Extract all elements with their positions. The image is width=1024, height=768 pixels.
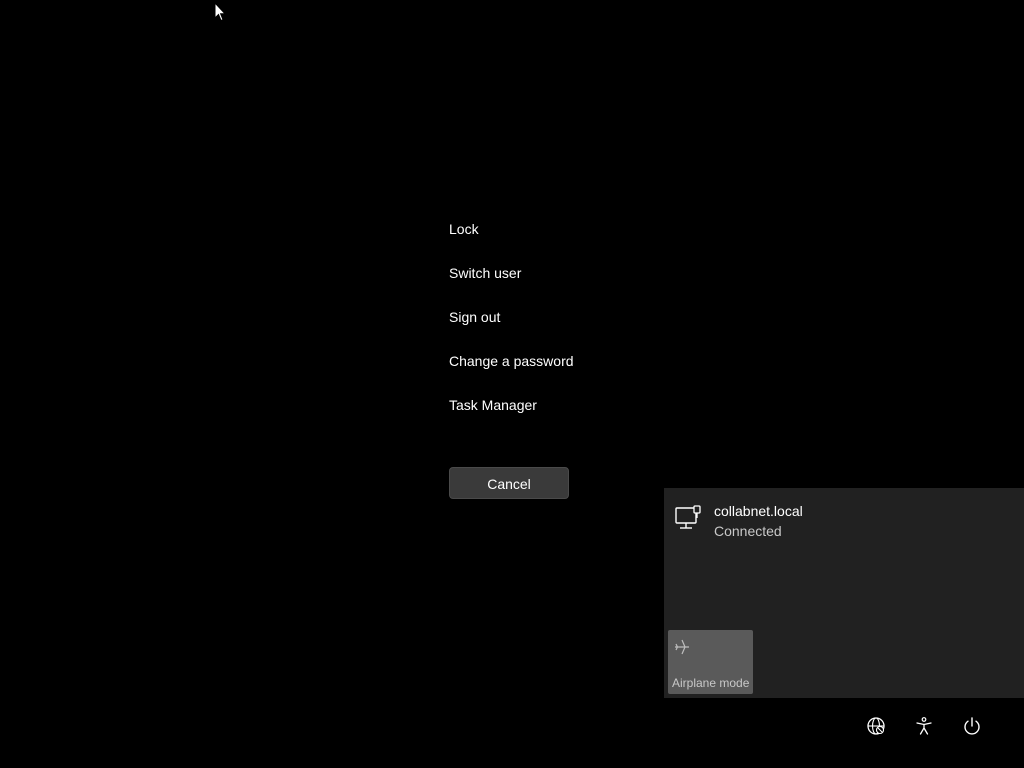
network-name: collabnet.local: [714, 503, 803, 519]
network-panel: collabnet.local Connected Airplane mode: [664, 488, 1024, 698]
airplane-mode-label: Airplane mode: [672, 676, 750, 690]
mouse-cursor-icon: [214, 2, 226, 22]
wired-network-icon: [675, 505, 701, 529]
accessibility-icon[interactable]: [914, 716, 934, 736]
network-connection-item[interactable]: collabnet.local Connected: [674, 502, 803, 541]
lock-option[interactable]: Lock: [449, 216, 649, 260]
change-password-option[interactable]: Change a password: [449, 348, 649, 392]
network-status: Connected: [714, 523, 782, 539]
ctrl-alt-del-screen: Lock Switch user Sign out Change a passw…: [0, 0, 1024, 768]
network-globe-icon[interactable]: [866, 716, 886, 736]
airplane-icon: [675, 639, 689, 655]
airplane-mode-toggle[interactable]: Airplane mode: [668, 630, 753, 694]
task-manager-option[interactable]: Task Manager: [449, 392, 649, 436]
cancel-button[interactable]: Cancel: [449, 467, 569, 499]
power-icon[interactable]: [962, 716, 982, 736]
sign-out-option[interactable]: Sign out: [449, 304, 649, 348]
switch-user-option[interactable]: Switch user: [449, 260, 649, 304]
security-options-menu: Lock Switch user Sign out Change a passw…: [449, 216, 649, 436]
